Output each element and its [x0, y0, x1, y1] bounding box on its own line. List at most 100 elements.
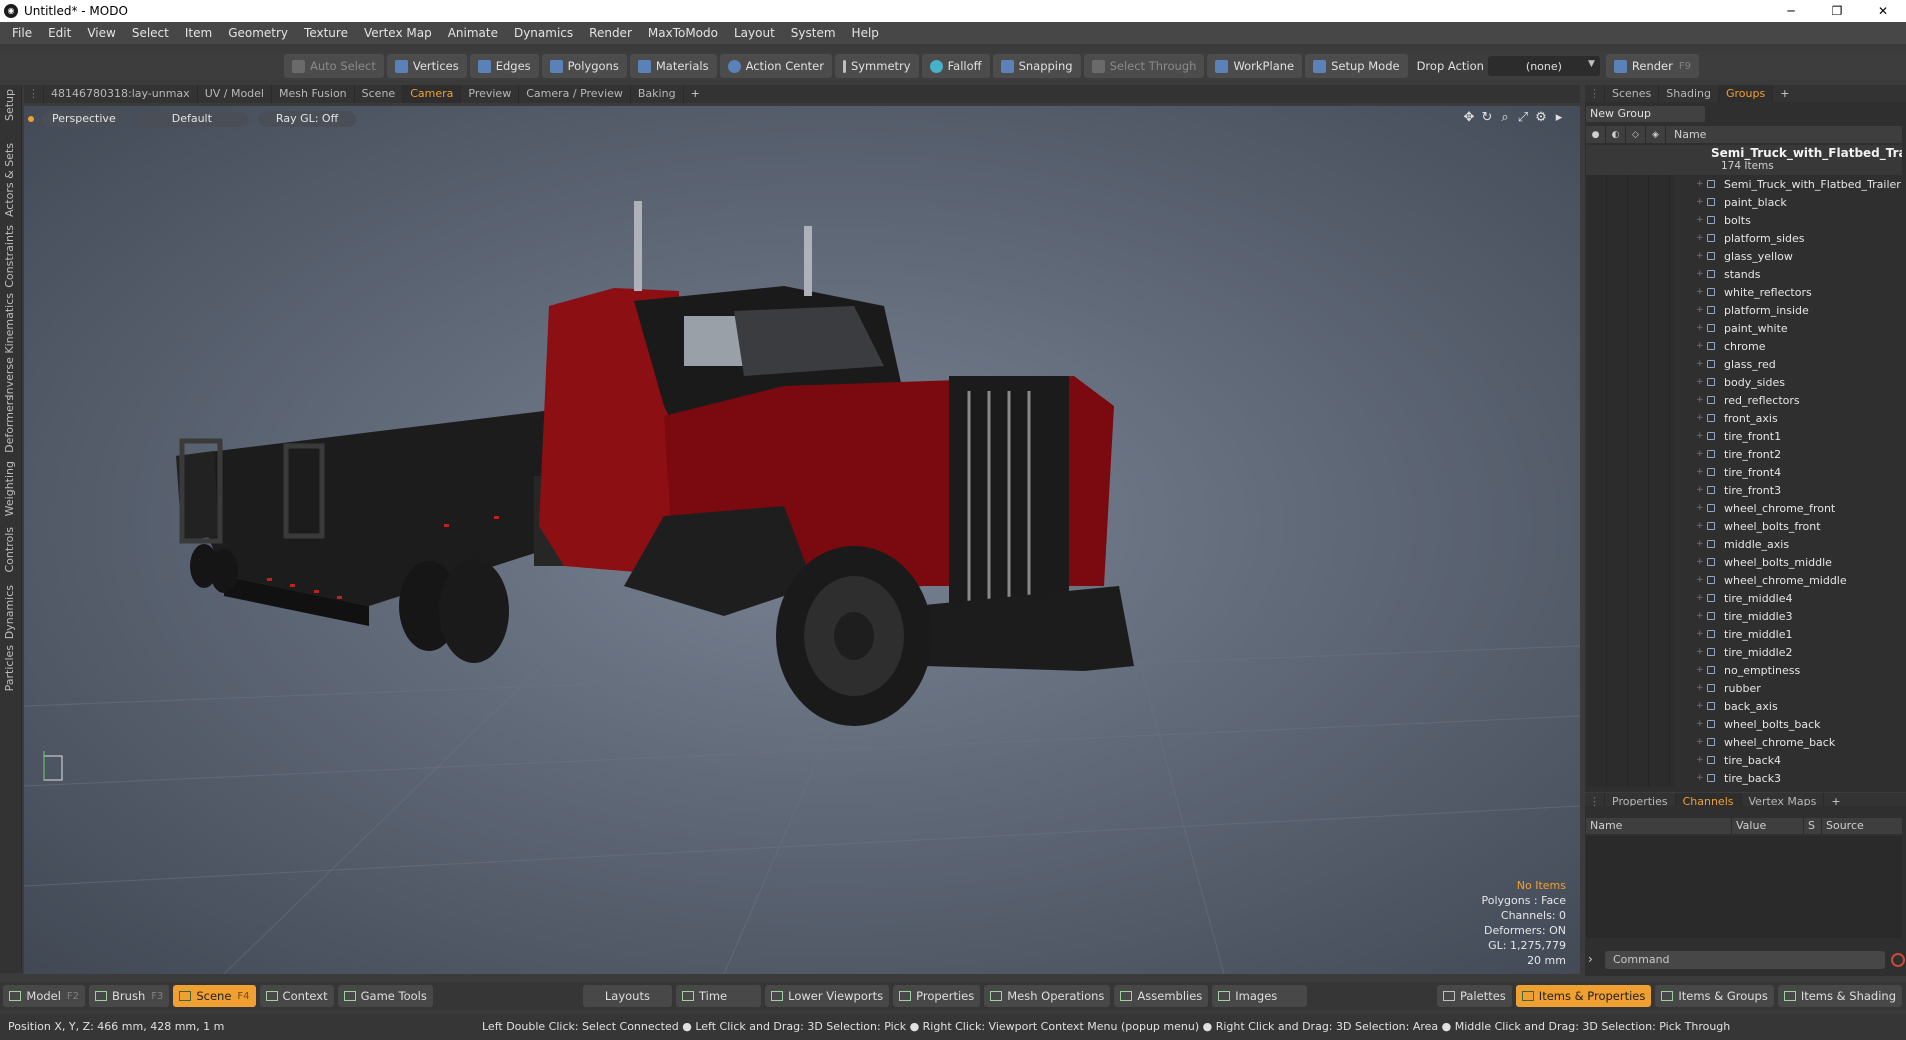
command-input[interactable]: Command: [1605, 951, 1885, 969]
tab-uv-model[interactable]: UV / Model: [198, 85, 272, 103]
tree-expand-icon[interactable]: +: [1696, 337, 1704, 355]
list-item[interactable]: + tire_middle1: [1586, 625, 1902, 643]
mesh-operations-button[interactable]: Mesh Operations: [984, 985, 1111, 1007]
tree-expand-icon[interactable]: +: [1696, 769, 1704, 787]
pan-icon[interactable]: ✥: [1460, 110, 1478, 126]
auto-select-button[interactable]: Auto Select: [284, 54, 384, 78]
vtab-inverse-kinematics[interactable]: Inverse Kinematics: [3, 293, 16, 398]
command-history-icon[interactable]: ›: [1588, 952, 1593, 966]
menu-item[interactable]: Item: [177, 26, 220, 40]
layout-scene-button[interactable]: Scene F4: [173, 985, 256, 1007]
visibility-column-icon[interactable]: ●: [1586, 126, 1606, 143]
list-item[interactable]: + back_axis: [1586, 697, 1902, 715]
list-item[interactable]: + tire_front3: [1586, 481, 1902, 499]
list-item[interactable]: + tire_back4: [1586, 751, 1902, 769]
tab-menu-icon[interactable]: ⋮: [24, 85, 44, 103]
menu-file[interactable]: File: [4, 26, 40, 40]
tree-expand-icon[interactable]: +: [1696, 463, 1704, 481]
tab-baking[interactable]: Baking: [631, 85, 684, 103]
list-item[interactable]: + platform_sides: [1586, 229, 1902, 247]
tree-expand-icon[interactable]: +: [1696, 607, 1704, 625]
list-item[interactable]: + platform_inside: [1586, 301, 1902, 319]
list-item[interactable]: + rubber: [1586, 679, 1902, 697]
time-button[interactable]: Time: [675, 985, 762, 1007]
tab-shading[interactable]: Shading: [1659, 85, 1719, 103]
list-item[interactable]: + tire_middle2: [1586, 643, 1902, 661]
tree-expand-icon[interactable]: +: [1696, 319, 1704, 337]
tree-expand-icon[interactable]: +: [1696, 355, 1704, 373]
tree-expand-icon[interactable]: +: [1696, 715, 1704, 733]
layouts-button[interactable]: Layouts: [582, 985, 672, 1007]
zoom-icon[interactable]: ⌕: [1496, 110, 1514, 126]
tree-expand-icon[interactable]: +: [1696, 193, 1704, 211]
tab-groups[interactable]: Groups: [1718, 85, 1774, 103]
assemblies-button[interactable]: Assemblies: [1114, 985, 1209, 1007]
tree-expand-icon[interactable]: +: [1696, 445, 1704, 463]
menu-maxtomodo[interactable]: MaxToModo: [640, 26, 726, 40]
menu-system[interactable]: System: [783, 26, 844, 40]
tree-expand-icon[interactable]: +: [1696, 247, 1704, 265]
images-button[interactable]: Images: [1212, 985, 1308, 1007]
menu-render[interactable]: Render: [581, 26, 640, 40]
tree-expand-icon[interactable]: +: [1696, 265, 1704, 283]
tree-expand-icon[interactable]: +: [1696, 391, 1704, 409]
palettes-button[interactable]: Palettes: [1436, 985, 1512, 1007]
viewport-menu-icon[interactable]: [28, 116, 34, 122]
tree-expand-icon[interactable]: +: [1696, 283, 1704, 301]
list-item[interactable]: + paint_black: [1586, 193, 1902, 211]
tree-expand-icon[interactable]: +: [1696, 517, 1704, 535]
right-tab-menu-icon[interactable]: ⋮: [1585, 85, 1605, 103]
list-item[interactable]: + chrome: [1586, 337, 1902, 355]
tree-expand-icon[interactable]: +: [1696, 697, 1704, 715]
items-groups-button[interactable]: Items & Groups: [1655, 985, 1774, 1007]
list-item[interactable]: + glass_yellow: [1586, 247, 1902, 265]
vtab-deformers[interactable]: Deformers: [3, 395, 16, 453]
tree-expand-icon[interactable]: +: [1696, 625, 1704, 643]
tree-expand-icon[interactable]: +: [1696, 229, 1704, 247]
items-properties-button[interactable]: Items & Properties: [1515, 985, 1652, 1007]
tree-expand-icon[interactable]: +: [1696, 661, 1704, 679]
new-group-button[interactable]: New Group: [1586, 106, 1705, 122]
layout-game-tools-button[interactable]: Game Tools: [337, 985, 433, 1007]
close-button[interactable]: ✕: [1860, 0, 1906, 22]
list-item[interactable]: + wheel_bolts_back: [1586, 715, 1902, 733]
3d-viewport[interactable]: [24, 106, 1580, 974]
tree-expand-icon[interactable]: +: [1696, 499, 1704, 517]
snapping-button[interactable]: Snapping: [992, 54, 1081, 78]
list-item[interactable]: + Semi_Truck_with_Flatbed_Trailer: [1586, 175, 1902, 193]
list-item[interactable]: + red_reflectors: [1586, 391, 1902, 409]
falloff-button[interactable]: Falloff: [921, 54, 990, 78]
list-item[interactable]: + wheel_chrome_middle: [1586, 571, 1902, 589]
edges-button[interactable]: Edges: [469, 54, 539, 78]
list-item[interactable]: + wheel_bolts_middle: [1586, 553, 1902, 571]
list-item[interactable]: + glass_red: [1586, 355, 1902, 373]
list-item[interactable]: + tire_middle4: [1586, 589, 1902, 607]
lock-column-icon[interactable]: ◇: [1626, 126, 1646, 143]
vtab-weighting[interactable]: Weighting: [3, 461, 16, 516]
tab-mesh-fusion[interactable]: Mesh Fusion: [272, 85, 355, 103]
tree-expand-icon[interactable]: +: [1696, 571, 1704, 589]
menu-edit[interactable]: Edit: [40, 26, 79, 40]
tree-expand-icon[interactable]: +: [1696, 535, 1704, 553]
select-through-button[interactable]: Select Through: [1083, 54, 1205, 78]
tree-expand-icon[interactable]: +: [1696, 409, 1704, 427]
list-item[interactable]: + tire_back3: [1586, 769, 1902, 787]
layout-context-button[interactable]: Context: [259, 985, 334, 1007]
tab-scene[interactable]: Scene: [355, 85, 404, 103]
list-item[interactable]: + wheel_bolts_front: [1586, 517, 1902, 535]
tab-camera-preview[interactable]: Camera / Preview: [519, 85, 631, 103]
vtab-setup[interactable]: Setup: [3, 89, 16, 121]
list-item[interactable]: + tire_front1: [1586, 427, 1902, 445]
menu-animate[interactable]: Animate: [440, 26, 506, 40]
name-column-header[interactable]: Name: [1666, 128, 1706, 141]
list-item[interactable]: + tire_front4: [1586, 463, 1902, 481]
symmetry-button[interactable]: Symmetry: [834, 54, 919, 78]
channels-s-header[interactable]: S: [1804, 818, 1822, 834]
vtab-controls[interactable]: Controls: [3, 527, 16, 573]
menu-select[interactable]: Select: [124, 26, 177, 40]
list-item[interactable]: + paint_white: [1586, 319, 1902, 337]
tree-expand-icon[interactable]: +: [1696, 553, 1704, 571]
action-center-button[interactable]: Action Center: [719, 54, 832, 78]
list-item[interactable]: + white_reflectors: [1586, 283, 1902, 301]
vtab-dynamics[interactable]: Dynamics: [3, 585, 16, 639]
